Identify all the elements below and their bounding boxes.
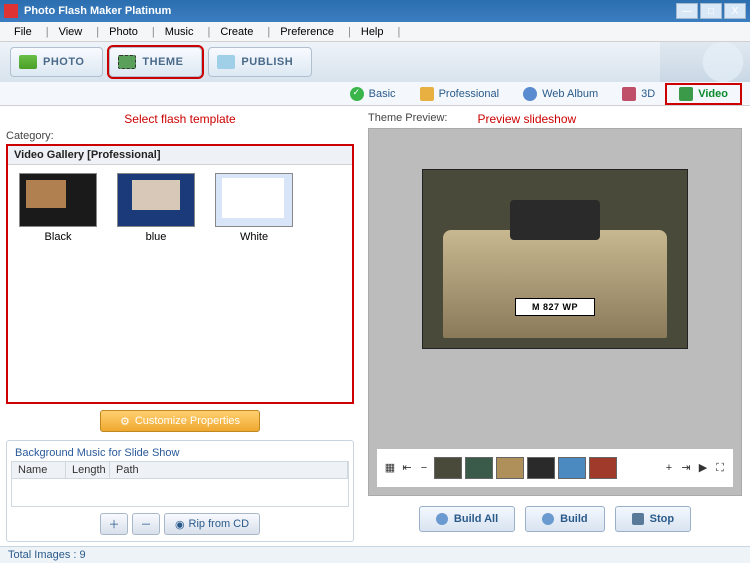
tab-photo-label: PHOTO — [43, 56, 84, 68]
subtab-basic[interactable]: Basic — [338, 85, 408, 103]
build-all-button[interactable]: Build All — [419, 506, 515, 532]
main-tab-bar: PHOTO THEME PUBLISH — [0, 42, 750, 82]
filmstrip-thumb-3[interactable] — [496, 457, 524, 479]
category-label: Category: — [6, 128, 354, 144]
app-title: Photo Flash Maker Platinum — [24, 5, 676, 17]
annotation-preview: Preview slideshow — [477, 112, 576, 126]
template-thumb-blue — [117, 173, 195, 227]
titlebar: Photo Flash Maker Platinum — □ X — [0, 0, 750, 22]
minus-icon[interactable]: − — [417, 461, 431, 475]
subtab-professional[interactable]: Professional — [408, 85, 512, 103]
filmstrip-thumb-6[interactable] — [589, 457, 617, 479]
star-icon — [420, 87, 434, 101]
app-icon — [4, 4, 18, 18]
filmstrip-thumb-2[interactable] — [465, 457, 493, 479]
publish-icon — [217, 55, 235, 69]
bg-music-title: Background Music for Slide Show — [11, 445, 349, 461]
photo-icon — [19, 55, 37, 69]
menu-view[interactable]: View — [51, 24, 91, 40]
theme-subtabs: Basic Professional Web Album 3D Video — [0, 82, 750, 106]
status-bar: Total Images : 9 — [0, 546, 750, 563]
template-black[interactable]: Black — [16, 173, 100, 243]
bg-music-panel: Background Music for Slide Show Name Len… — [6, 440, 354, 542]
check-icon — [350, 87, 364, 101]
theme-icon — [118, 55, 136, 69]
template-blue[interactable]: blue — [114, 173, 198, 243]
bg-music-table: Name Length Path — [11, 461, 349, 507]
left-pane: Select flash template Category: Video Ga… — [0, 106, 360, 546]
tab-theme-label: THEME — [142, 56, 183, 68]
globe-icon — [523, 87, 537, 101]
minimize-button[interactable]: — — [676, 3, 698, 19]
customize-properties-button[interactable]: ⚙ Customize Properties — [100, 410, 260, 432]
col-length: Length — [66, 462, 110, 478]
fullscreen-icon[interactable]: ⛶ — [713, 461, 727, 475]
preview-label: Theme Preview: — [368, 112, 447, 126]
stop-button[interactable]: Stop — [615, 506, 691, 532]
down-arrow-icon — [436, 513, 448, 525]
theme-preview-box: M 827 WP ▦ ⇤ − + ⇥ ▶ ⛶ — [368, 128, 742, 496]
filmstrip-thumb-5[interactable] — [558, 457, 586, 479]
template-thumb-black — [19, 173, 97, 227]
template-white[interactable]: White — [212, 173, 296, 243]
menu-file[interactable]: File — [6, 24, 40, 40]
col-name: Name — [12, 462, 66, 478]
menu-create[interactable]: Create — [212, 24, 261, 40]
grid-icon[interactable]: ▦ — [383, 461, 397, 475]
maximize-button[interactable]: □ — [700, 3, 722, 19]
filmstrip-thumb-4[interactable] — [527, 457, 555, 479]
subtab-webalbum[interactable]: Web Album — [511, 85, 610, 103]
template-category-box: Video Gallery [Professional] Black blue … — [6, 144, 354, 404]
right-pane: Theme Preview: Preview slideshow M 827 W… — [360, 106, 750, 546]
build-button[interactable]: Build — [525, 506, 605, 532]
tab-theme[interactable]: THEME — [109, 47, 202, 77]
subtab-video[interactable]: Video — [667, 85, 740, 103]
header-decoration — [660, 42, 750, 82]
cd-icon: ◉ — [175, 518, 185, 531]
add-music-button[interactable]: ＋ — [100, 513, 128, 535]
annotation-select-template: Select flash template — [6, 110, 354, 128]
down-arrow-icon — [542, 513, 554, 525]
subtab-3d[interactable]: 3D — [610, 85, 667, 103]
menu-photo[interactable]: Photo — [101, 24, 146, 40]
remove-music-button[interactable]: － — [132, 513, 160, 535]
preview-image-car: M 827 WP — [443, 230, 667, 338]
close-button[interactable]: X — [724, 3, 746, 19]
menubar: File| View| Photo| Music| Create| Prefer… — [0, 22, 750, 42]
video-icon — [679, 87, 693, 101]
menu-music[interactable]: Music — [157, 24, 202, 40]
license-plate: M 827 WP — [515, 298, 595, 316]
plus-icon[interactable]: + — [662, 461, 676, 475]
tab-publish[interactable]: PUBLISH — [208, 47, 312, 77]
play-icon[interactable]: ▶ — [696, 461, 710, 475]
status-total-images: Total Images : 9 — [8, 549, 86, 561]
next-icon[interactable]: ⇥ — [679, 461, 693, 475]
tab-photo[interactable]: PHOTO — [10, 47, 103, 77]
template-thumb-white — [215, 173, 293, 227]
col-path: Path — [110, 462, 348, 478]
rip-from-cd-button[interactable]: ◉ Rip from CD — [164, 513, 260, 535]
prev-icon[interactable]: ⇤ — [400, 461, 414, 475]
tab-publish-label: PUBLISH — [241, 56, 293, 68]
stop-icon — [632, 513, 644, 525]
preview-slideshow-frame: M 827 WP — [422, 169, 688, 349]
gear-icon: ⚙ — [120, 415, 130, 428]
filmstrip-thumb-1[interactable] — [434, 457, 462, 479]
cube-icon — [622, 87, 636, 101]
menu-help[interactable]: Help — [353, 24, 392, 40]
menu-preference[interactable]: Preference — [272, 24, 342, 40]
filmstrip: ▦ ⇤ − + ⇥ ▶ ⛶ — [377, 449, 733, 487]
category-header: Video Gallery [Professional] — [8, 146, 352, 165]
